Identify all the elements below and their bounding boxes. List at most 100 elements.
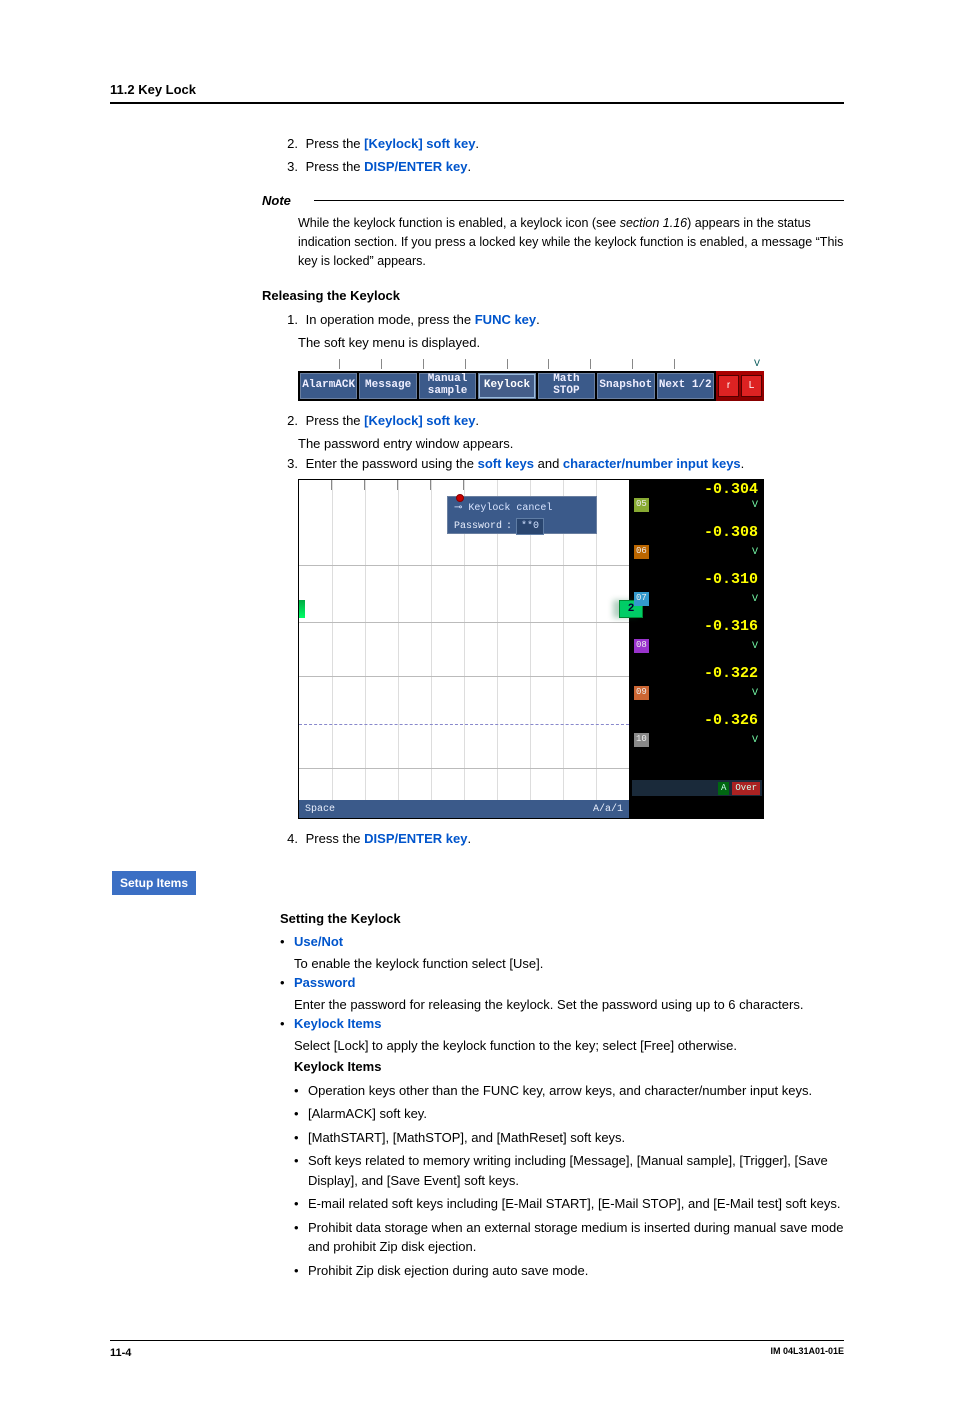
ch-unit: V <box>752 498 758 513</box>
keylock-item-text: Operation keys other than the FUNC key, … <box>308 1081 812 1101</box>
status-a: A <box>718 782 729 796</box>
ch-val: -0.326 <box>704 712 758 729</box>
subhead-setting: Setting the Keylock <box>280 909 844 929</box>
softkey-manual-sample[interactable]: Manualsample <box>419 373 476 399</box>
keylock-items-heading: Keylock Items <box>294 1057 844 1077</box>
note-ref: section 1.16 <box>620 216 687 230</box>
pw-input[interactable]: **0 <box>516 518 544 535</box>
ch-unit: V <box>752 639 758 654</box>
softkey-alarmack[interactable]: AlarmACK <box>300 373 357 399</box>
channel-row: 09 V -0.326 <box>632 686 762 731</box>
softkey-char-mode[interactable]: A/a/1 <box>593 802 623 817</box>
note-title: Note <box>262 191 844 211</box>
ch-tag: 10 <box>634 733 649 747</box>
step-3: 3. Press the DISP/ENTER key. <box>280 157 844 177</box>
bullet-icon: • <box>294 1261 308 1281</box>
indicator-l: L <box>741 375 762 397</box>
bullet-icon: • <box>294 1218 308 1257</box>
softkey-space[interactable]: Space <box>305 802 335 817</box>
pw-digital-panel: -0.304 05 V -0.308 06 V -0.310 07 V -0.316… <box>630 479 764 819</box>
step-text-post: . <box>536 312 540 327</box>
keylock-item: •Prohibit Zip disk ejection during auto … <box>294 1261 844 1281</box>
channel-row: 06 V -0.310 <box>632 545 762 590</box>
setup-item-desc: Select [Lock] to apply the keylock funct… <box>294 1036 844 1056</box>
ch-val: -0.316 <box>704 618 758 635</box>
bullet-icon: • <box>294 1128 308 1148</box>
keylock-item: •Soft keys related to memory writing inc… <box>294 1151 844 1190</box>
keylock-item-text: [MathSTART], [MathSTOP], and [MathReset]… <box>308 1128 625 1148</box>
ch-tag: 06 <box>634 545 649 559</box>
key-ref: [Keylock] soft key <box>364 136 475 151</box>
softkey-snapshot[interactable]: Snapshot <box>597 373 654 399</box>
setup-item: • Password <box>280 973 844 993</box>
step-text-post: . <box>467 831 471 846</box>
sk-indicator-area: r L <box>716 371 764 401</box>
keylock-item-text: [AlarmACK] soft key. <box>308 1104 427 1124</box>
keylock-item: •[MathSTART], [MathSTOP], and [MathReset… <box>294 1128 844 1148</box>
rel-step-1-sub: The soft key menu is displayed. <box>298 333 844 353</box>
setup-item: • Keylock Items <box>280 1014 844 1034</box>
softkey-message[interactable]: Message <box>359 373 416 399</box>
ch-unit: V <box>752 545 758 560</box>
step-num: 3. <box>280 157 298 177</box>
note-text-a: While the keylock function is enabled, a… <box>298 216 620 230</box>
keylock-item-text: Prohibit data storage when an external s… <box>308 1218 844 1257</box>
ch-val: -0.322 <box>704 665 758 682</box>
pw-bottom-bar: Space A/a/1 <box>299 800 629 818</box>
step-num: 3. <box>280 454 298 474</box>
rel-step-2-sub: The password entry window appears. <box>298 434 844 454</box>
sk-line: sample <box>428 386 468 398</box>
bullet-icon: • <box>280 932 294 952</box>
channel-row: 08 V -0.322 <box>632 639 762 684</box>
rel-step-2: 2. Press the [Keylock] soft key. <box>280 411 844 431</box>
ch-tag: 05 <box>634 498 649 512</box>
key-ref: soft keys <box>478 456 534 471</box>
pw-label: Password <box>454 519 502 534</box>
pw-dialog-title-text: Keylock cancel <box>468 503 552 514</box>
ch-unit: V <box>752 592 758 607</box>
setup-items-tag: Setup Items <box>112 871 196 895</box>
setup-item-name: Password <box>294 973 355 993</box>
setup-item-desc: To enable the keylock function select [U… <box>294 954 844 974</box>
rel-step-4: 4. Press the DISP/ENTER key. <box>280 829 844 849</box>
step-text-post: . <box>475 413 479 428</box>
key-ref: character/number input keys <box>563 456 741 471</box>
ch-tag: 08 <box>634 639 649 653</box>
step-text: Press the <box>306 831 365 846</box>
key-ref: FUNC key <box>475 312 536 327</box>
step-text: Press the <box>306 159 365 174</box>
keylock-item: •Prohibit data storage when an external … <box>294 1218 844 1257</box>
ch-val: -0.304 <box>632 481 762 498</box>
step-num: 2. <box>280 134 298 154</box>
step-text: Press the <box>306 136 365 151</box>
keylock-item-text: E-mail related soft keys including [E-Ma… <box>308 1194 840 1214</box>
setup-item-name: Keylock Items <box>294 1014 381 1034</box>
keylock-item: •E-mail related soft keys including [E-M… <box>294 1194 844 1214</box>
status-over: Over <box>732 782 760 796</box>
key-ref: [Keylock] soft key <box>364 413 475 428</box>
ch-tag: 07 <box>634 592 649 606</box>
setup-item-name: Use/Not <box>294 932 343 952</box>
step-text: Enter the password using the <box>306 456 478 471</box>
doc-id: IM 04L31A01-01E <box>770 1345 844 1362</box>
step-text-post: . <box>467 159 471 174</box>
step-text: In operation mode, press the <box>306 312 475 327</box>
ch-tag: 09 <box>634 686 649 700</box>
keylock-item-text: Prohibit Zip disk ejection during auto s… <box>308 1261 588 1281</box>
bullet-icon: • <box>280 973 294 993</box>
ch-val: -0.308 <box>704 524 758 541</box>
rel-step-1: 1. In operation mode, press the FUNC key… <box>280 310 844 330</box>
bullet-icon: • <box>294 1081 308 1101</box>
step-text: Press the <box>306 413 365 428</box>
softkey-keylock[interactable]: Keylock <box>478 373 535 399</box>
keylock-item: •Operation keys other than the FUNC key,… <box>294 1081 844 1101</box>
note-body: While the keylock function is enabled, a… <box>298 214 844 270</box>
setup-item: • Use/Not <box>280 932 844 952</box>
ch-unit: V <box>752 686 758 701</box>
ch-unit: V <box>752 733 758 748</box>
pw-dialog: ⊸ Keylock cancel Password : **0 <box>447 496 597 534</box>
bullet-icon: • <box>294 1151 308 1190</box>
pw-chart-area: ⊸ Keylock cancel Password : **0 2 Space … <box>298 479 630 819</box>
softkey-next[interactable]: Next 1/2 <box>657 373 714 399</box>
softkey-math-stop[interactable]: MathSTOP <box>538 373 595 399</box>
